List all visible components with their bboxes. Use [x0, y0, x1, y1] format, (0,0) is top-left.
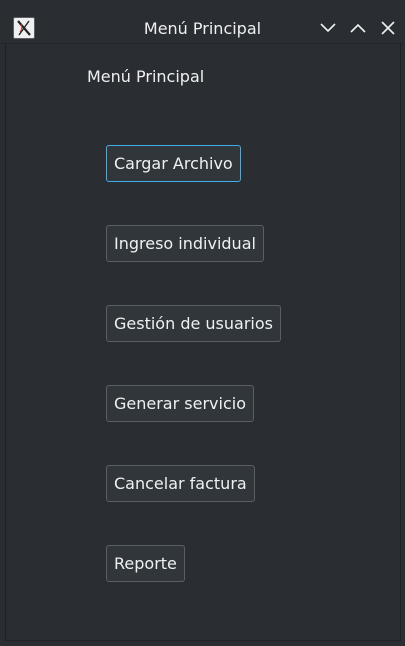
- window-title: Menú Principal: [143, 19, 262, 38]
- window-client-area: [5, 44, 401, 641]
- ingreso-individual-button[interactable]: Ingreso individual: [106, 225, 264, 262]
- chevron-up-icon[interactable]: [348, 18, 368, 38]
- gestion-usuarios-button[interactable]: Gestión de usuarios: [106, 305, 281, 342]
- reporte-button[interactable]: Reporte: [106, 545, 185, 582]
- app-window: Menú Principal Menú Principal Cargar Arc…: [0, 0, 405, 646]
- title-bar[interactable]: Menú Principal: [0, 0, 405, 44]
- cargar-archivo-button[interactable]: Cargar Archivo: [106, 145, 241, 182]
- cancelar-factura-button[interactable]: Cancelar factura: [106, 465, 255, 502]
- chevron-down-icon[interactable]: [318, 18, 338, 38]
- generar-servicio-button[interactable]: Generar servicio: [106, 385, 254, 422]
- page-title: Menú Principal: [87, 67, 205, 86]
- close-icon[interactable]: [378, 18, 398, 38]
